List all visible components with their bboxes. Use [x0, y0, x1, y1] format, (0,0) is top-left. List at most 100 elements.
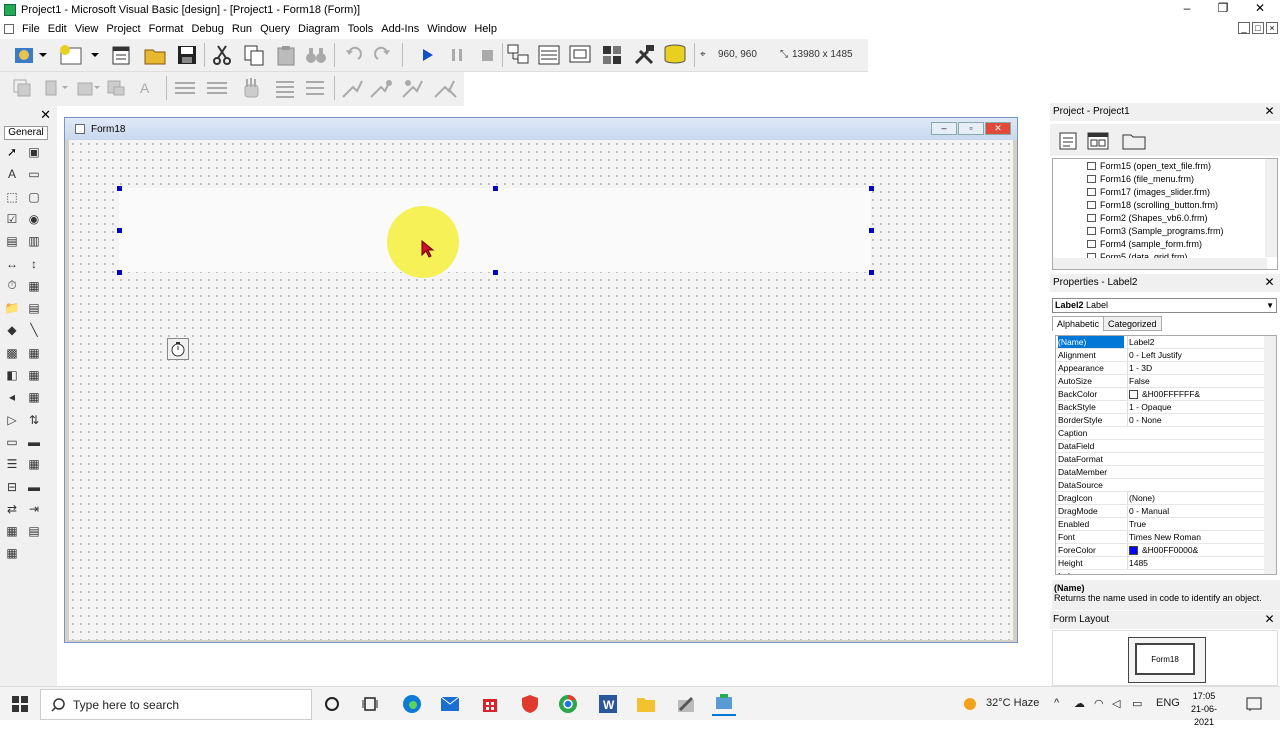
copy-button[interactable] [240, 42, 268, 68]
toolbox-optionbutton-tool[interactable]: ◉ [25, 211, 43, 227]
language-indicator[interactable]: ENG [1156, 697, 1180, 709]
property-value[interactable]: 1 - Opaque [1127, 401, 1263, 413]
project-tree-item[interactable]: Form15 (open_text_file.frm) [1087, 161, 1211, 171]
task-view-button[interactable] [358, 692, 382, 716]
form-minimize-button[interactable]: – [931, 122, 957, 135]
property-row[interactable]: Index [1056, 570, 1264, 574]
property-value[interactable]: &H00FF0000& [1127, 544, 1263, 556]
property-value[interactable]: 0 - Left Justify [1127, 349, 1263, 361]
data-view-button[interactable] [660, 42, 690, 68]
menu-edit[interactable]: Edit [44, 23, 71, 35]
toolbox-button[interactable] [630, 42, 658, 68]
project-tree-item[interactable]: Form17 (images_slider.frm) [1087, 187, 1210, 197]
toolbox-listview-tool[interactable]: ▦ [25, 456, 43, 472]
toolbox-ole-tool[interactable]: ◧ [3, 367, 21, 383]
start-button[interactable] [414, 42, 440, 68]
property-value[interactable]: 0 - None [1127, 414, 1263, 426]
toolbox-progressbar-tool[interactable]: ▬ [25, 479, 43, 495]
resize-handle-n[interactable] [493, 186, 498, 191]
menu-run[interactable]: Run [228, 23, 256, 35]
form-maximize-button[interactable]: ▫ [958, 122, 984, 135]
object-selector[interactable]: Label2 Label ▼ [1052, 298, 1277, 313]
property-value[interactable]: Times New Roman [1127, 531, 1263, 543]
save-project-button[interactable] [173, 42, 201, 68]
toolbox-commandbutton-tool[interactable]: ▢ [25, 189, 43, 205]
tab-alphabetic[interactable]: Alphabetic [1052, 316, 1105, 331]
property-row[interactable]: DataMember [1056, 466, 1264, 479]
properties-window-button[interactable] [535, 42, 563, 68]
taskbar-search[interactable]: Type here to search [40, 689, 312, 720]
lock-controls-button[interactable] [236, 75, 266, 101]
redo-button[interactable] [370, 42, 396, 68]
toolbox-frame-tool[interactable]: ⬚ [3, 189, 21, 205]
property-row[interactable]: Font Times New Roman [1056, 531, 1264, 544]
end-button[interactable] [474, 42, 500, 68]
property-row[interactable]: BorderStyle 0 - None [1056, 414, 1264, 427]
property-row[interactable]: DataField [1056, 440, 1264, 453]
resize-handle-sw[interactable] [117, 270, 122, 275]
project-explorer-button[interactable] [504, 42, 532, 68]
center-button[interactable] [72, 75, 104, 101]
menu-project[interactable]: Project [102, 23, 144, 35]
menu-editor-button[interactable] [108, 42, 134, 68]
toolbox-tab-general[interactable]: General [4, 126, 48, 140]
menu-tools[interactable]: Tools [344, 23, 378, 35]
toolbox-timer-tool[interactable]: ⏱ [3, 278, 21, 294]
query-tool-2-button[interactable] [366, 75, 396, 101]
battery-tray-icon[interactable]: ▭ [1132, 697, 1142, 710]
cortana-button[interactable] [320, 692, 344, 716]
toolbox-line-tool[interactable]: ╲ [25, 322, 43, 338]
toolbox-combobox-tool[interactable]: ▤ [3, 233, 21, 249]
property-value[interactable]: Label2 [1127, 336, 1263, 348]
word-taskbar-button[interactable]: W [596, 692, 620, 716]
toolbox-textbox-tool[interactable]: ▭ [25, 166, 43, 182]
toolbox-updown-tool[interactable]: ⇅ [25, 412, 43, 428]
order-button[interactable] [270, 75, 300, 101]
form-layout-button[interactable] [566, 42, 594, 68]
resize-handle-se[interactable] [869, 270, 874, 275]
find-button[interactable] [302, 42, 330, 68]
toolbox-treeview-tool[interactable]: ☰ [3, 456, 21, 472]
toolbox-listbox-tool[interactable]: ▥ [25, 233, 43, 249]
menu-diagram[interactable]: Diagram [294, 23, 344, 35]
wifi-tray-icon[interactable]: ◠ [1094, 697, 1104, 710]
project-tree-vscrollbar[interactable] [1265, 159, 1277, 257]
tray-chevron-up-icon[interactable]: ^ [1054, 697, 1059, 709]
toolbox-toolbar-tool[interactable]: ▭ [3, 434, 21, 450]
property-row[interactable]: (Name) Label2 [1056, 336, 1264, 349]
toolbox-pointer-tool[interactable]: ➚ [3, 144, 21, 160]
view-object-button[interactable] [1086, 128, 1110, 154]
align-button[interactable] [40, 75, 72, 101]
query-tool-3-button[interactable] [398, 75, 428, 101]
antivirus-taskbar-button[interactable] [518, 692, 542, 716]
text-button[interactable]: A [134, 75, 162, 101]
chrome-taskbar-button[interactable] [556, 692, 580, 716]
menu-file[interactable]: File [18, 23, 44, 35]
toolbox-flatscrollbar-tool[interactable]: ⇄ [3, 501, 21, 517]
menu-add-ins[interactable]: Add-Ins [377, 23, 423, 35]
add-form-button[interactable] [56, 42, 102, 68]
restore-button[interactable]: ❐ [1205, 0, 1241, 19]
tab-categorized[interactable]: Categorized [1103, 316, 1162, 331]
paste-button[interactable] [272, 42, 300, 68]
property-row[interactable]: DragIcon (None) [1056, 492, 1264, 505]
toolbox-data-tool[interactable]: ▦ [25, 345, 43, 361]
store-taskbar-button[interactable] [478, 692, 502, 716]
property-row[interactable]: Enabled True [1056, 518, 1264, 531]
menu-view[interactable]: View [71, 23, 103, 35]
toolbox-imagelist-tool[interactable]: ▦ [3, 523, 21, 539]
visual-basic-taskbar-button[interactable] [712, 692, 736, 716]
toolbox-picturebox-tool[interactable]: ▣ [25, 144, 43, 160]
toolbox-checkbox-tool[interactable]: ☑ [3, 211, 21, 227]
menu-window[interactable]: Window [423, 23, 470, 35]
undo-button[interactable] [340, 42, 366, 68]
property-value[interactable]: (None) [1127, 492, 1263, 504]
resize-handle-ne[interactable] [869, 186, 874, 191]
toolbox-msflexgrid-tool[interactable]: ▦ [3, 545, 21, 561]
property-value[interactable]: &H00FFFFFF& [1127, 388, 1263, 400]
property-row[interactable]: DataFormat [1056, 453, 1264, 466]
onedrive-tray-icon[interactable]: ☁ [1074, 697, 1085, 710]
project-tree-item[interactable]: Form2 (Shapes_vb6.0.frm) [1087, 213, 1208, 223]
mdi-minimize-button[interactable]: _ [1238, 22, 1250, 34]
open-project-button[interactable] [141, 42, 169, 68]
